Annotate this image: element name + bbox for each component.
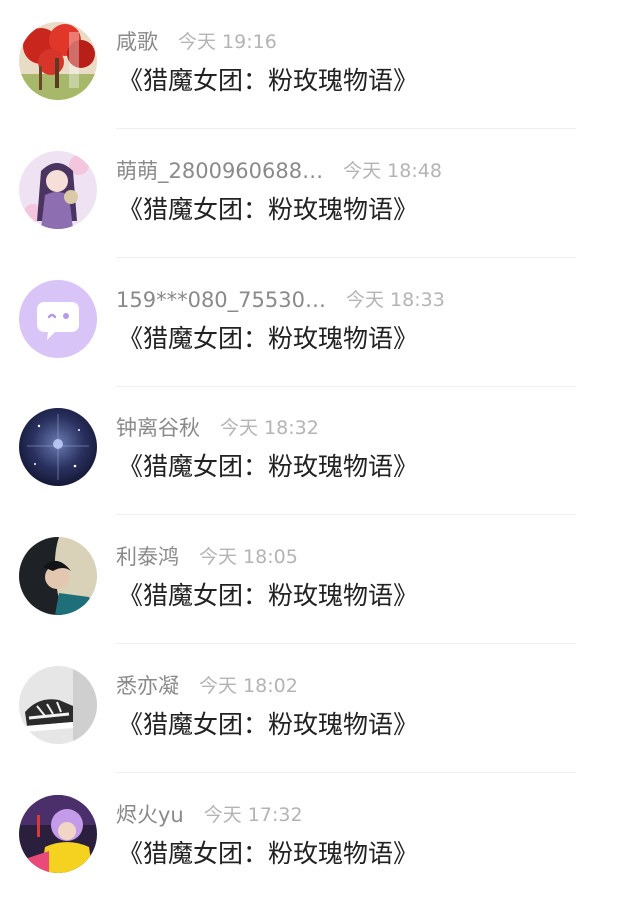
item-meta: 烬火yu 今天 17:32	[116, 800, 303, 830]
red-tree-artwork-avatar	[19, 22, 97, 100]
timestamp: 今天 18:33	[345, 289, 445, 311]
avatar[interactable]	[19, 22, 97, 100]
starry-space-avatar	[19, 408, 97, 486]
avatar[interactable]	[19, 280, 97, 358]
timestamp: 今天 18:02	[199, 675, 298, 697]
avatar[interactable]	[19, 151, 97, 229]
timestamp: 今天 19:16	[178, 31, 277, 53]
item-title[interactable]: 《猎魔女团：粉玫瑰物语》	[118, 706, 418, 744]
purple-hair-singer-avatar	[19, 795, 97, 873]
feed-item[interactable]: 159***080_75530… 今天 18:33 《猎魔女团：粉玫瑰物语》	[0, 258, 640, 387]
item-title[interactable]: 《猎魔女团：粉玫瑰物语》	[118, 835, 418, 873]
feed-item[interactable]: 悉亦凝 今天 18:02 《猎魔女团：粉玫瑰物语》	[0, 644, 640, 773]
item-meta: 悉亦凝 今天 18:02	[116, 671, 298, 701]
item-meta: 利泰鸿 今天 18:05	[116, 542, 298, 572]
avatar[interactable]	[19, 666, 97, 744]
timestamp: 今天 18:32	[220, 417, 319, 439]
feed-item[interactable]: 钟离谷秋 今天 18:32 《猎魔女团：粉玫瑰物语》	[0, 386, 640, 515]
feed-item[interactable]: 咸歌 今天 19:16 《猎魔女团：粉玫瑰物语》	[0, 0, 640, 129]
item-title[interactable]: 《猎魔女团：粉玫瑰物语》	[118, 448, 418, 486]
user-name[interactable]: 咸歌	[116, 27, 158, 57]
user-name[interactable]: 悉亦凝	[116, 671, 179, 701]
item-title[interactable]: 《猎魔女团：粉玫瑰物语》	[118, 62, 418, 100]
item-meta: 159***080_75530… 今天 18:33	[116, 285, 445, 315]
item-meta: 萌萌_2800960688… 今天 18:48	[116, 156, 442, 186]
anime-girl-purple-avatar	[19, 151, 97, 229]
user-name[interactable]: 利泰鸿	[116, 542, 179, 572]
timestamp: 今天 18:48	[343, 160, 442, 182]
feed-item[interactable]: 利泰鸿 今天 18:05 《猎魔女团：粉玫瑰物语》	[0, 515, 640, 644]
item-meta: 咸歌 今天 19:16	[116, 27, 277, 57]
avatar[interactable]	[19, 408, 97, 486]
user-name[interactable]: 钟离谷秋	[116, 413, 200, 443]
feed-item[interactable]: 烬火yu 今天 17:32 《猎魔女团：粉玫瑰物语》	[0, 773, 640, 902]
bw-sneakers-avatar	[19, 666, 97, 744]
item-meta: 钟离谷秋 今天 18:32	[116, 413, 319, 443]
chat-bubble-default-avatar	[19, 280, 97, 358]
activity-feed: 咸歌 今天 19:16 《猎魔女团：粉玫瑰物语》 萌萌_2800960688… …	[0, 0, 640, 904]
item-title[interactable]: 《猎魔女团：粉玫瑰物语》	[118, 577, 418, 615]
user-name[interactable]: 烬火yu	[116, 800, 184, 830]
woman-portrait-avatar	[19, 537, 97, 615]
feed-item[interactable]: 萌萌_2800960688… 今天 18:48 《猎魔女团：粉玫瑰物语》	[0, 129, 640, 258]
avatar[interactable]	[19, 537, 97, 615]
item-title[interactable]: 《猎魔女团：粉玫瑰物语》	[118, 320, 418, 358]
user-name[interactable]: 159***080_75530…	[116, 285, 326, 315]
timestamp: 今天 18:05	[199, 546, 298, 568]
user-name[interactable]: 萌萌_2800960688…	[116, 156, 323, 186]
item-title[interactable]: 《猎魔女团：粉玫瑰物语》	[118, 191, 418, 229]
avatar[interactable]	[19, 795, 97, 873]
timestamp: 今天 17:32	[203, 804, 303, 826]
